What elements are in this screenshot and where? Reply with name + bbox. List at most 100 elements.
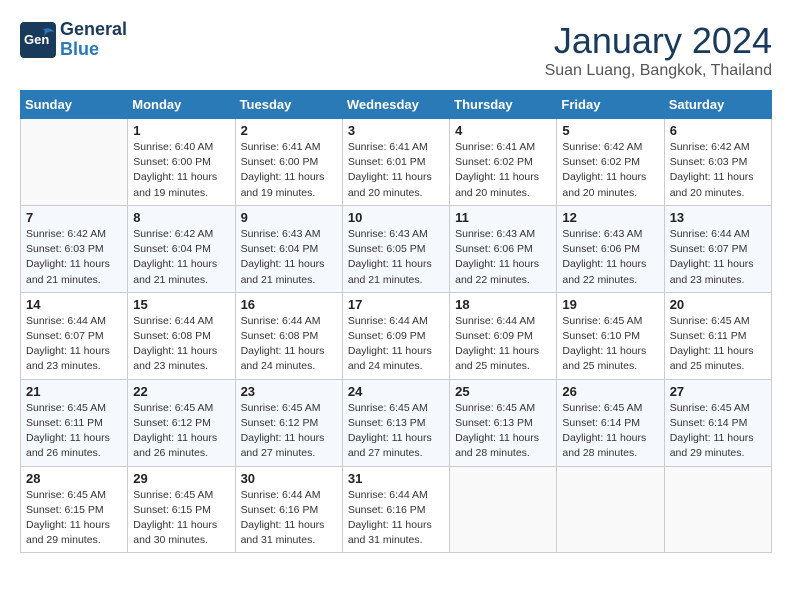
logo-text: General Blue: [60, 20, 127, 60]
calendar-cell: 25 Sunrise: 6:45 AM Sunset: 6:13 PM Dayli…: [450, 379, 557, 466]
day-info: Sunrise: 6:44 AM Sunset: 6:16 PM Dayligh…: [348, 488, 444, 549]
day-number: 6: [670, 123, 766, 138]
day-header-thursday: Thursday: [450, 91, 557, 119]
day-number: 26: [562, 384, 658, 399]
day-info: Sunrise: 6:44 AM Sunset: 6:16 PM Dayligh…: [241, 488, 337, 549]
logo: Gen General Blue: [20, 20, 127, 60]
day-number: 17: [348, 297, 444, 312]
calendar-week-4: 21Sunrise: 6:45 AM Sunset: 6:11 PM Dayli…: [21, 379, 772, 466]
calendar-cell: 30Sunrise: 6:44 AM Sunset: 6:16 PM Dayli…: [235, 466, 342, 553]
day-info: Sunrise: 6:41 AM Sunset: 6:00 PM Dayligh…: [241, 140, 337, 201]
day-info: Sunrise: 6:45 AM Sunset: 6:13 PM Dayligh…: [455, 401, 551, 462]
calendar-cell: 10 Sunrise: 6:43 AM Sunset: 6:05 PM Dayli…: [342, 205, 449, 292]
day-info: Sunrise: 6:45 AM Sunset: 6:12 PM Dayligh…: [133, 401, 229, 462]
day-number: 21: [26, 384, 122, 399]
calendar-cell: [664, 466, 771, 553]
svg-text:Gen: Gen: [24, 32, 49, 47]
title-block: January 2024 Suan Luang, Bangkok, Thaila…: [545, 20, 772, 80]
calendar-cell: 24 Sunrise: 6:45 AM Sunset: 6:13 PM Dayli…: [342, 379, 449, 466]
day-info: Sunrise: 6:45 AM Sunset: 6:10 PM Dayligh…: [562, 314, 658, 375]
day-info: Sunrise: 6:45 AM Sunset: 6:11 PM Dayligh…: [670, 314, 766, 375]
day-info: Sunrise: 6:45 AM Sunset: 6:13 PM Dayligh…: [348, 401, 444, 462]
day-number: 12: [562, 210, 658, 225]
calendar-cell: 15 Sunrise: 6:44 AM Sunset: 6:08 PM Dayli…: [128, 292, 235, 379]
day-header-tuesday: Tuesday: [235, 91, 342, 119]
calendar-cell: 1 Sunrise: 6:40 AM Sunset: 6:00 PM Daylig…: [128, 119, 235, 206]
calendar-cell: 22 Sunrise: 6:45 AM Sunset: 6:12 PM Dayli…: [128, 379, 235, 466]
month-title: January 2024: [545, 20, 772, 62]
day-info: Sunrise: 6:43 AM Sunset: 6:04 PM Dayligh…: [241, 227, 337, 288]
day-info: Sunrise: 6:44 AM Sunset: 6:09 PM Dayligh…: [348, 314, 444, 375]
day-info: Sunrise: 6:45 AM Sunset: 6:12 PM Dayligh…: [241, 401, 337, 462]
day-info: Sunrise: 6:44 AM Sunset: 6:08 PM Dayligh…: [241, 314, 337, 375]
day-number: 22: [133, 384, 229, 399]
day-number: 16: [241, 297, 337, 312]
calendar-cell: 8Sunrise: 6:42 AM Sunset: 6:04 PM Daylig…: [128, 205, 235, 292]
calendar-header: SundayMondayTuesdayWednesdayThursdayFrid…: [21, 91, 772, 119]
calendar-week-2: 7Sunrise: 6:42 AM Sunset: 6:03 PM Daylig…: [21, 205, 772, 292]
day-number: 14: [26, 297, 122, 312]
calendar-cell: 16 Sunrise: 6:44 AM Sunset: 6:08 PM Dayli…: [235, 292, 342, 379]
day-number: 13: [670, 210, 766, 225]
day-number: 5: [562, 123, 658, 138]
calendar-week-1: 1 Sunrise: 6:40 AM Sunset: 6:00 PM Daylig…: [21, 119, 772, 206]
day-number: 9: [241, 210, 337, 225]
day-info: Sunrise: 6:43 AM Sunset: 6:06 PM Dayligh…: [455, 227, 551, 288]
calendar-table: SundayMondayTuesdayWednesdayThursdayFrid…: [20, 90, 772, 553]
calendar-cell: 19Sunrise: 6:45 AM Sunset: 6:10 PM Dayli…: [557, 292, 664, 379]
day-number: 24: [348, 384, 444, 399]
day-info: Sunrise: 6:44 AM Sunset: 6:08 PM Dayligh…: [133, 314, 229, 375]
calendar-cell: 27 Sunrise: 6:45 AM Sunset: 6:14 PM Dayli…: [664, 379, 771, 466]
day-info: Sunrise: 6:40 AM Sunset: 6:00 PM Dayligh…: [133, 140, 229, 201]
day-info: Sunrise: 6:43 AM Sunset: 6:05 PM Dayligh…: [348, 227, 444, 288]
calendar-cell: [21, 119, 128, 206]
day-number: 11: [455, 210, 551, 225]
calendar-cell: 29 Sunrise: 6:45 AM Sunset: 6:15 PM Dayli…: [128, 466, 235, 553]
calendar-cell: 23Sunrise: 6:45 AM Sunset: 6:12 PM Dayli…: [235, 379, 342, 466]
day-number: 29: [133, 471, 229, 486]
day-number: 2: [241, 123, 337, 138]
calendar-cell: 18Sunrise: 6:44 AM Sunset: 6:09 PM Dayli…: [450, 292, 557, 379]
calendar-cell: 13 Sunrise: 6:44 AM Sunset: 6:07 PM Dayli…: [664, 205, 771, 292]
calendar-cell: 28Sunrise: 6:45 AM Sunset: 6:15 PM Dayli…: [21, 466, 128, 553]
calendar-cell: 5 Sunrise: 6:42 AM Sunset: 6:02 PM Daylig…: [557, 119, 664, 206]
location-subtitle: Suan Luang, Bangkok, Thailand: [545, 62, 772, 80]
calendar-cell: [450, 466, 557, 553]
day-header-friday: Friday: [557, 91, 664, 119]
day-header-saturday: Saturday: [664, 91, 771, 119]
calendar-cell: 20 Sunrise: 6:45 AM Sunset: 6:11 PM Dayli…: [664, 292, 771, 379]
day-info: Sunrise: 6:42 AM Sunset: 6:03 PM Dayligh…: [670, 140, 766, 201]
day-info: Sunrise: 6:41 AM Sunset: 6:01 PM Dayligh…: [348, 140, 444, 201]
day-number: 27: [670, 384, 766, 399]
day-number: 10: [348, 210, 444, 225]
day-info: Sunrise: 6:44 AM Sunset: 6:07 PM Dayligh…: [670, 227, 766, 288]
day-info: Sunrise: 6:45 AM Sunset: 6:15 PM Dayligh…: [133, 488, 229, 549]
day-info: Sunrise: 6:45 AM Sunset: 6:14 PM Dayligh…: [670, 401, 766, 462]
calendar-body: 1 Sunrise: 6:40 AM Sunset: 6:00 PM Daylig…: [21, 119, 772, 553]
calendar-cell: [557, 466, 664, 553]
calendar-cell: 6 Sunrise: 6:42 AM Sunset: 6:03 PM Daylig…: [664, 119, 771, 206]
day-number: 31: [348, 471, 444, 486]
calendar-cell: 31 Sunrise: 6:44 AM Sunset: 6:16 PM Dayli…: [342, 466, 449, 553]
day-header-wednesday: Wednesday: [342, 91, 449, 119]
day-number: 28: [26, 471, 122, 486]
calendar-cell: 17 Sunrise: 6:44 AM Sunset: 6:09 PM Dayli…: [342, 292, 449, 379]
day-number: 1: [133, 123, 229, 138]
calendar-cell: 9 Sunrise: 6:43 AM Sunset: 6:04 PM Daylig…: [235, 205, 342, 292]
calendar-cell: 12Sunrise: 6:43 AM Sunset: 6:06 PM Dayli…: [557, 205, 664, 292]
day-number: 7: [26, 210, 122, 225]
day-number: 4: [455, 123, 551, 138]
calendar-week-3: 14Sunrise: 6:44 AM Sunset: 6:07 PM Dayli…: [21, 292, 772, 379]
calendar-cell: 4Sunrise: 6:41 AM Sunset: 6:02 PM Daylig…: [450, 119, 557, 206]
calendar-cell: 11 Sunrise: 6:43 AM Sunset: 6:06 PM Dayli…: [450, 205, 557, 292]
day-number: 25: [455, 384, 551, 399]
day-info: Sunrise: 6:42 AM Sunset: 6:04 PM Dayligh…: [133, 227, 229, 288]
page-header: Gen General Blue January 2024 Suan Luang…: [20, 20, 772, 80]
calendar-cell: 14Sunrise: 6:44 AM Sunset: 6:07 PM Dayli…: [21, 292, 128, 379]
calendar-cell: 2 Sunrise: 6:41 AM Sunset: 6:00 PM Daylig…: [235, 119, 342, 206]
day-header-monday: Monday: [128, 91, 235, 119]
day-number: 15: [133, 297, 229, 312]
logo-icon: Gen: [20, 22, 56, 58]
day-number: 20: [670, 297, 766, 312]
day-info: Sunrise: 6:42 AM Sunset: 6:02 PM Dayligh…: [562, 140, 658, 201]
